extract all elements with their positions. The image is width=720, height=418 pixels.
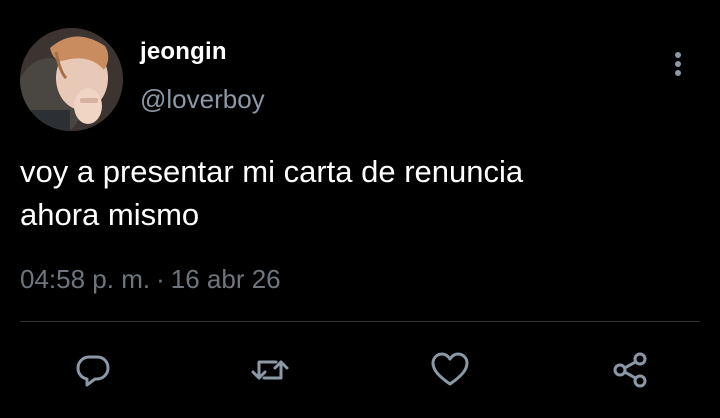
avatar-image — [20, 28, 123, 131]
reply-button[interactable] — [73, 350, 113, 390]
retweet-button[interactable] — [250, 350, 290, 390]
like-button[interactable] — [430, 350, 470, 390]
share-icon — [613, 352, 647, 388]
tweet-date: 16 abr 26 — [170, 264, 281, 294]
display-name[interactable]: jeongin — [140, 38, 227, 66]
user-handle[interactable]: @loverboy — [140, 84, 265, 115]
reply-icon — [76, 355, 110, 387]
divider — [20, 321, 700, 322]
more-vertical-icon — [675, 52, 681, 76]
tweet-time: 04:58 p. m. — [20, 264, 151, 294]
tweet-card: jeongin @loverboy voy a presentar mi car… — [0, 0, 720, 418]
avatar[interactable] — [20, 28, 123, 131]
tweet-text: voy a presentar mi carta de renuncia aho… — [20, 154, 524, 232]
heart-icon — [431, 352, 469, 386]
meta-separator: · — [156, 264, 165, 294]
share-button[interactable] — [610, 350, 650, 390]
retweet-icon — [251, 360, 289, 380]
more-options-button[interactable] — [664, 48, 692, 80]
tweet-timestamp[interactable]: 04:58 p. m. · 16 abr 26 — [20, 264, 281, 295]
